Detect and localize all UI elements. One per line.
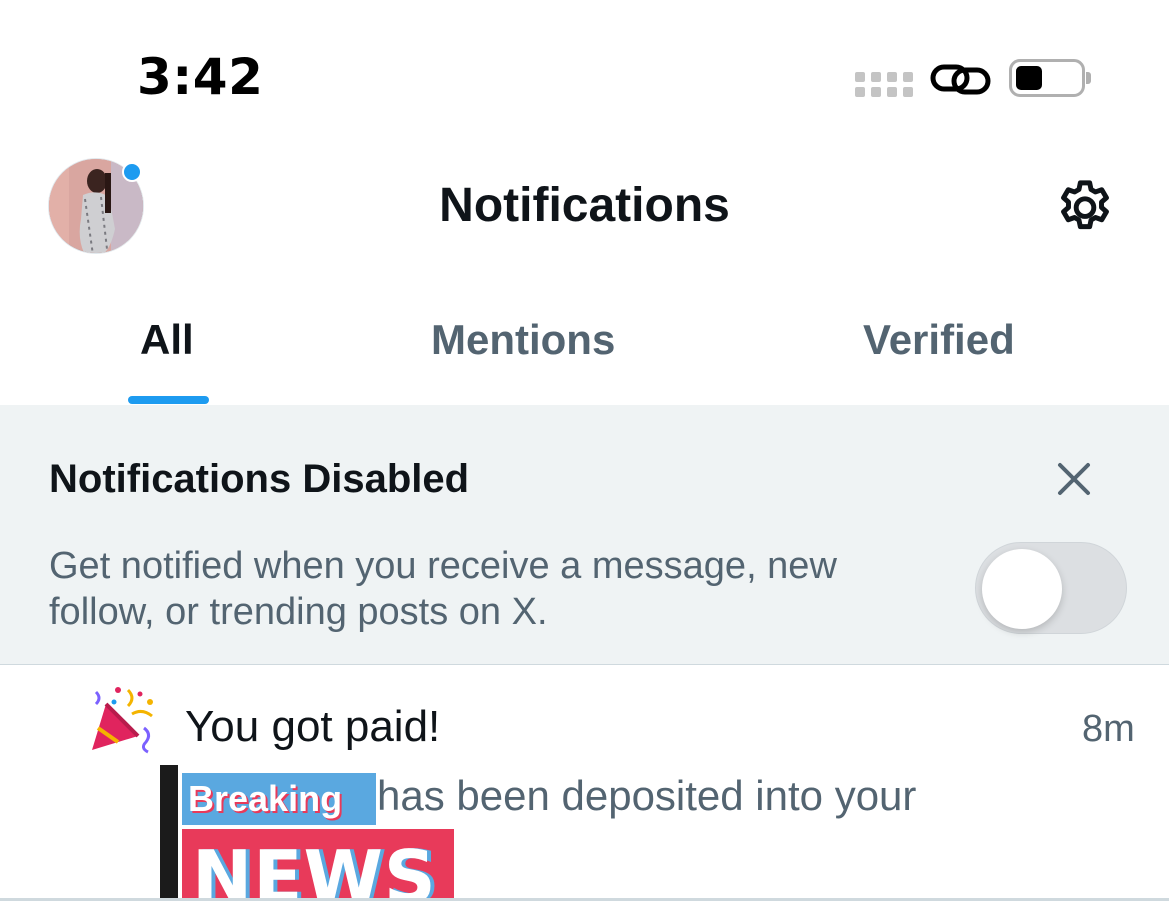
news-label: NEWS [192,835,437,901]
notifications-disabled-banner: Notifications Disabled Get notified when… [0,405,1169,665]
tab-mentions[interactable]: Mentions [431,316,615,364]
toggle-knob [982,549,1062,629]
notification-title[interactable]: You got paid! [185,702,440,752]
tab-verified[interactable]: Verified [863,316,1015,364]
status-time: 3:42 [137,48,264,106]
close-icon[interactable] [1052,457,1096,501]
banner-title: Notifications Disabled [49,457,470,501]
banner-description: Get notified when you receive a message,… [49,545,837,633]
breaking-news-image: Breaking NEWS [160,765,460,901]
active-tab-indicator [128,396,209,404]
signal-dots-icon [855,72,915,98]
battery-icon [1009,59,1091,97]
page-title: Notifications [439,179,730,232]
news-image-bar [160,765,178,901]
link-icon [930,64,991,95]
news-box: NEWS [182,829,454,901]
gear-icon[interactable] [1052,176,1118,242]
notifications-toggle[interactable] [975,542,1127,634]
party-popper-icon [92,687,153,754]
notification-time: 8m [1082,708,1135,750]
tab-all[interactable]: All [140,316,194,364]
breaking-label: Breaking [182,773,376,825]
